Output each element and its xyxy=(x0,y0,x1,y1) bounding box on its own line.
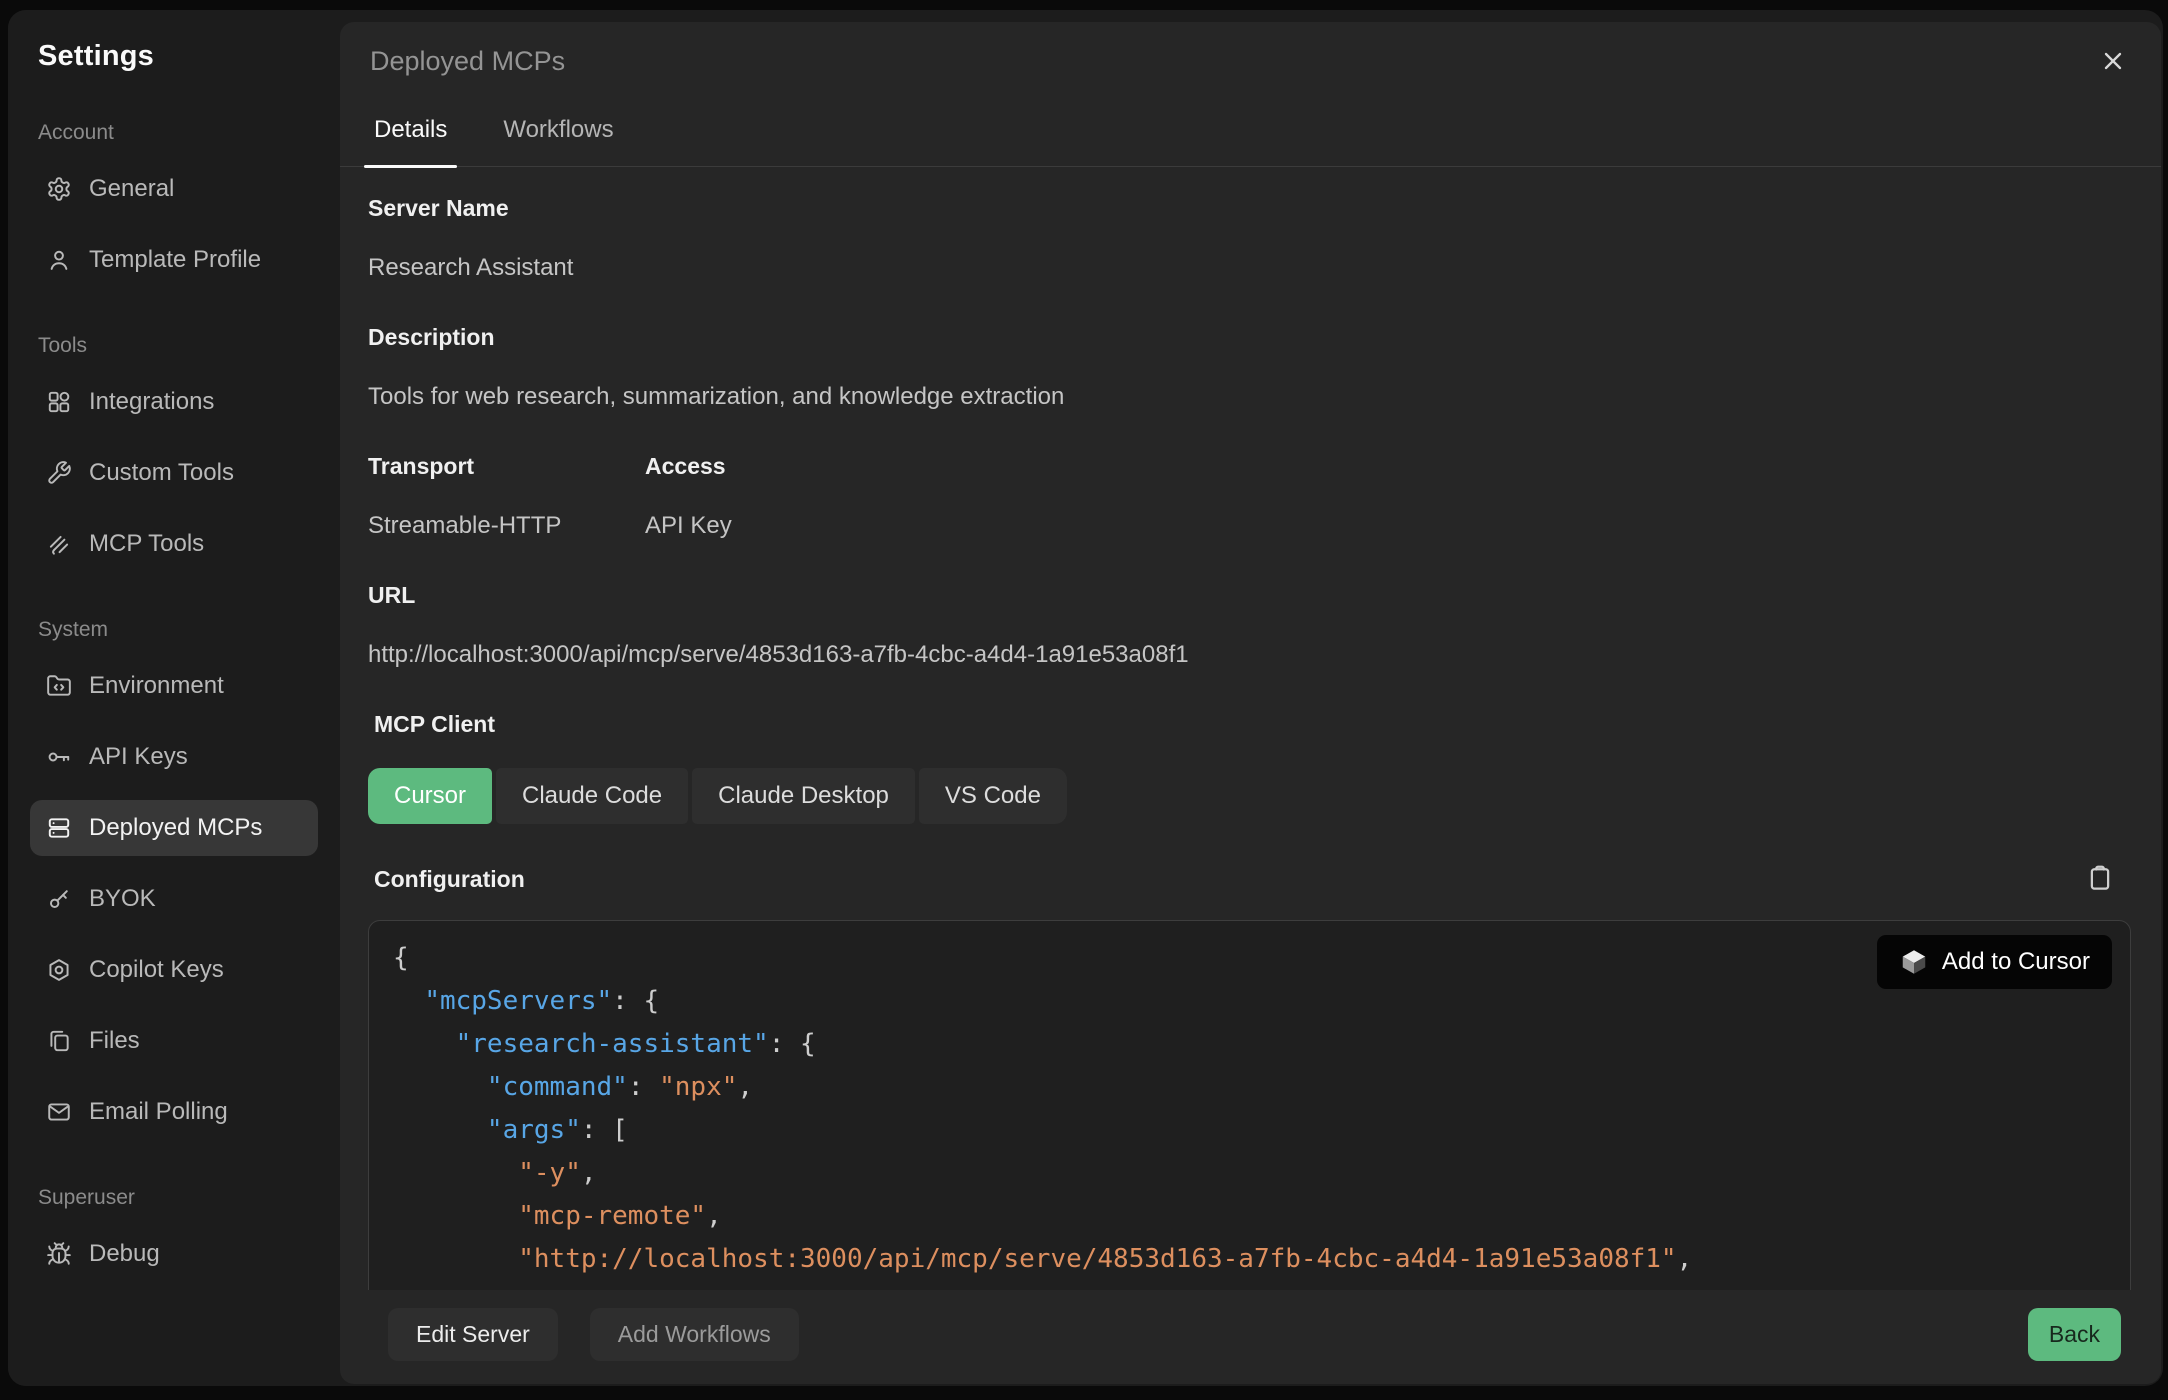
back-button[interactable]: Back xyxy=(2028,1308,2121,1361)
section-label-account: Account xyxy=(38,121,318,145)
transport-label: Transport xyxy=(368,453,645,480)
sidebar-item-label: Copilot Keys xyxy=(89,956,224,984)
url-value: http://localhost:3000/api/mcp/serve/4853… xyxy=(368,641,2131,669)
add-to-cursor-button[interactable]: Add to Cursor xyxy=(1877,935,2112,989)
section-label-system: System xyxy=(38,618,318,642)
sidebar-item-label: Environment xyxy=(89,672,224,700)
mcp-client-switcher: Cursor Claude Code Claude Desktop VS Cod… xyxy=(368,768,2131,824)
description-label: Description xyxy=(368,324,2131,351)
settings-sidebar: Settings Account General Template Profil… xyxy=(8,10,340,1386)
content-header: Deployed MCPs xyxy=(340,22,2161,86)
mcp-client-label: MCP Client xyxy=(374,711,2131,738)
blocks-icon xyxy=(46,389,72,415)
server-icon xyxy=(46,815,72,841)
sidebar-item-label: Files xyxy=(89,1027,140,1055)
server-name-value: Research Assistant xyxy=(368,254,2131,282)
close-button[interactable] xyxy=(2095,43,2131,79)
transport-access-row: Transport Streamable-HTTP Access API Key xyxy=(368,411,2131,540)
add-workflows-button[interactable]: Add Workflows xyxy=(590,1308,799,1361)
bug-icon xyxy=(46,1241,72,1267)
sidebar-item-api-keys[interactable]: API Keys xyxy=(30,729,318,785)
section-label-tools: Tools xyxy=(38,334,318,358)
edit-server-button[interactable]: Edit Server xyxy=(388,1308,558,1361)
sidebar-item-files[interactable]: Files xyxy=(30,1013,318,1069)
sidebar-item-label: Debug xyxy=(89,1240,160,1268)
access-value: API Key xyxy=(645,512,732,540)
sidebar-item-template-profile[interactable]: Template Profile xyxy=(30,232,318,288)
files-icon xyxy=(46,1028,72,1054)
wrench-icon xyxy=(46,460,72,486)
tab-workflows[interactable]: Workflows xyxy=(499,110,617,166)
client-button-cursor[interactable]: Cursor xyxy=(368,768,492,824)
section-label-superuser: Superuser xyxy=(38,1186,318,1210)
sidebar-item-label: Custom Tools xyxy=(89,459,234,487)
footer-actions: Edit Server Add Workflows Back xyxy=(340,1290,2161,1384)
sidebar-item-debug[interactable]: Debug xyxy=(30,1226,318,1282)
sidebar-item-label: Deployed MCPs xyxy=(89,814,262,842)
client-button-vs-code[interactable]: VS Code xyxy=(919,768,1067,824)
gear-icon xyxy=(46,176,72,202)
content-panel: Deployed MCPs Details Workflows Server N… xyxy=(340,22,2161,1384)
folder-code-icon xyxy=(46,673,72,699)
sidebar-item-deployed-mcps[interactable]: Deployed MCPs xyxy=(30,800,318,856)
server-name-label: Server Name xyxy=(368,195,2131,222)
mcp-icon xyxy=(46,531,72,557)
tab-details[interactable]: Details xyxy=(370,110,451,166)
sidebar-item-label: Integrations xyxy=(89,388,214,416)
page-title: Deployed MCPs xyxy=(370,46,565,77)
cursor-cube-icon xyxy=(1899,947,1929,977)
url-label: URL xyxy=(368,582,2131,609)
sidebar-item-email-polling[interactable]: Email Polling xyxy=(30,1084,318,1140)
client-button-claude-code[interactable]: Claude Code xyxy=(496,768,688,824)
description-value: Tools for web research, summarization, a… xyxy=(368,383,2131,411)
user-icon xyxy=(46,247,72,273)
sidebar-item-label: BYOK xyxy=(89,885,156,913)
sidebar-item-label: Template Profile xyxy=(89,246,261,274)
access-label: Access xyxy=(645,453,732,480)
sidebar-item-copilot-keys[interactable]: Copilot Keys xyxy=(30,942,318,998)
mail-icon xyxy=(46,1099,72,1125)
settings-title: Settings xyxy=(38,40,318,73)
close-icon xyxy=(2099,47,2127,75)
tabs: Details Workflows xyxy=(340,110,2161,167)
sidebar-item-label: MCP Tools xyxy=(89,530,204,558)
sidebar-item-general[interactable]: General xyxy=(30,161,318,217)
sidebar-item-custom-tools[interactable]: Custom Tools xyxy=(30,445,318,501)
sidebar-item-environment[interactable]: Environment xyxy=(30,658,318,714)
config-code: { "mcpServers": { "research-assistant": … xyxy=(393,937,2104,1290)
add-to-cursor-label: Add to Cursor xyxy=(1942,948,2090,976)
details-body: Server Name Research Assistant Descripti… xyxy=(340,167,2161,1290)
sidebar-item-integrations[interactable]: Integrations xyxy=(30,374,318,430)
configuration-label: Configuration xyxy=(374,866,525,893)
screen-background: Settings Account General Template Profil… xyxy=(0,0,2168,1400)
copy-config-button[interactable] xyxy=(2083,862,2117,896)
key-diagonal-icon xyxy=(46,886,72,912)
hexagon-nut-icon xyxy=(46,957,72,983)
clipboard-icon xyxy=(2085,863,2115,893)
sidebar-item-byok[interactable]: BYOK xyxy=(30,871,318,927)
sidebar-item-label: General xyxy=(89,175,174,203)
sidebar-item-label: Email Polling xyxy=(89,1098,228,1126)
transport-value: Streamable-HTTP xyxy=(368,512,645,540)
sidebar-item-mcp-tools[interactable]: MCP Tools xyxy=(30,516,318,572)
configuration-header: Configuration xyxy=(368,862,2131,896)
client-button-claude-desktop[interactable]: Claude Desktop xyxy=(692,768,915,824)
settings-modal: Settings Account General Template Profil… xyxy=(8,10,2163,1386)
configuration-code-block[interactable]: { "mcpServers": { "research-assistant": … xyxy=(368,920,2131,1290)
key-icon xyxy=(46,744,72,770)
sidebar-item-label: API Keys xyxy=(89,743,188,771)
